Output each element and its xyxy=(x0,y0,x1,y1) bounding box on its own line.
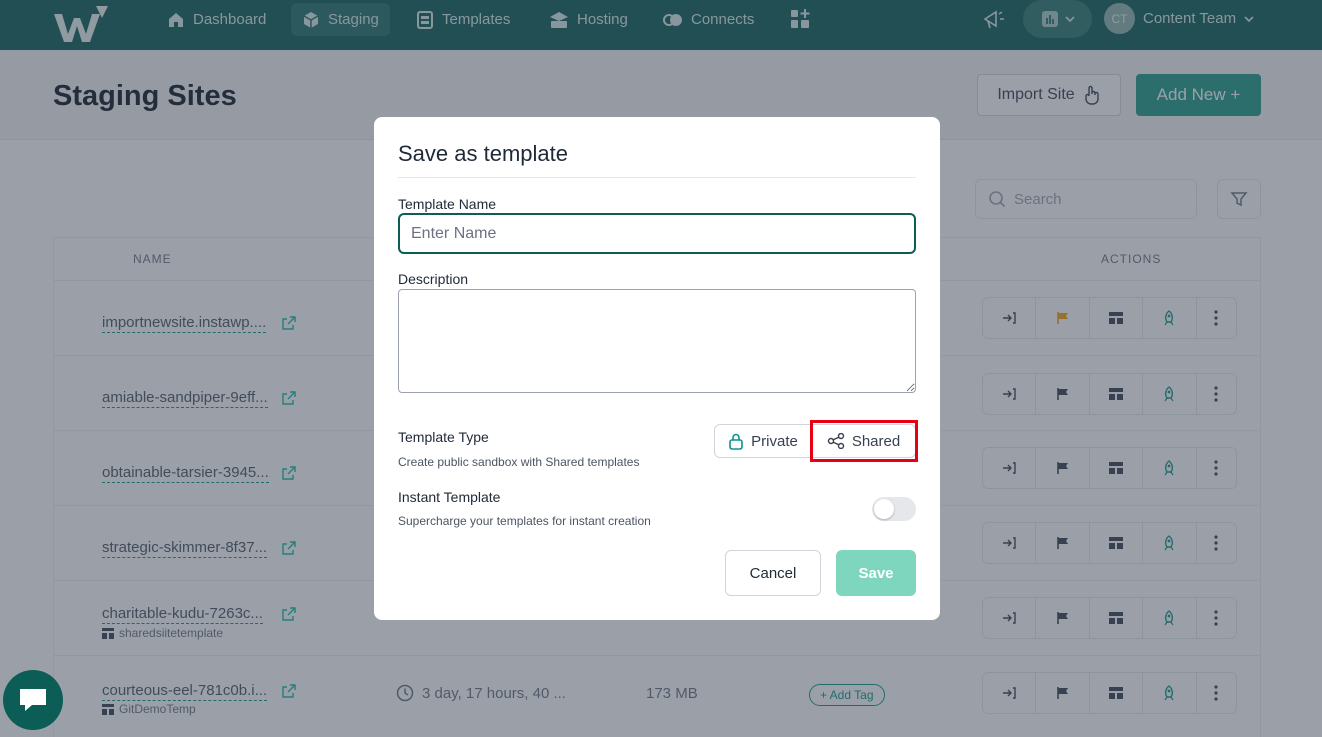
instant-template-toggle[interactable] xyxy=(872,497,916,521)
private-option[interactable]: Private xyxy=(715,425,813,457)
modal-title: Save as template xyxy=(398,141,568,166)
instant-template-label: Instant Template xyxy=(398,489,501,505)
save-template-modal: Save as template Template Name Descripti… xyxy=(374,117,940,620)
template-name-label: Template Name xyxy=(398,196,497,212)
save-button[interactable]: Save xyxy=(836,550,916,596)
template-type-label: Template Type xyxy=(398,429,489,445)
template-type-help: Create public sandbox with Shared templa… xyxy=(398,455,640,469)
shared-option-highlight xyxy=(810,420,918,462)
cancel-button[interactable]: Cancel xyxy=(725,550,821,596)
description-label: Description xyxy=(398,271,469,287)
template-name-input[interactable] xyxy=(398,213,916,254)
lock-icon xyxy=(729,433,743,450)
instant-template-help: Supercharge your templates for instant c… xyxy=(398,514,651,528)
chat-launcher[interactable] xyxy=(3,670,63,730)
toggle-knob xyxy=(874,499,894,519)
description-textarea[interactable] xyxy=(398,289,916,393)
chat-icon xyxy=(20,689,46,711)
modal-divider xyxy=(398,177,916,178)
private-label: Private xyxy=(751,432,798,450)
